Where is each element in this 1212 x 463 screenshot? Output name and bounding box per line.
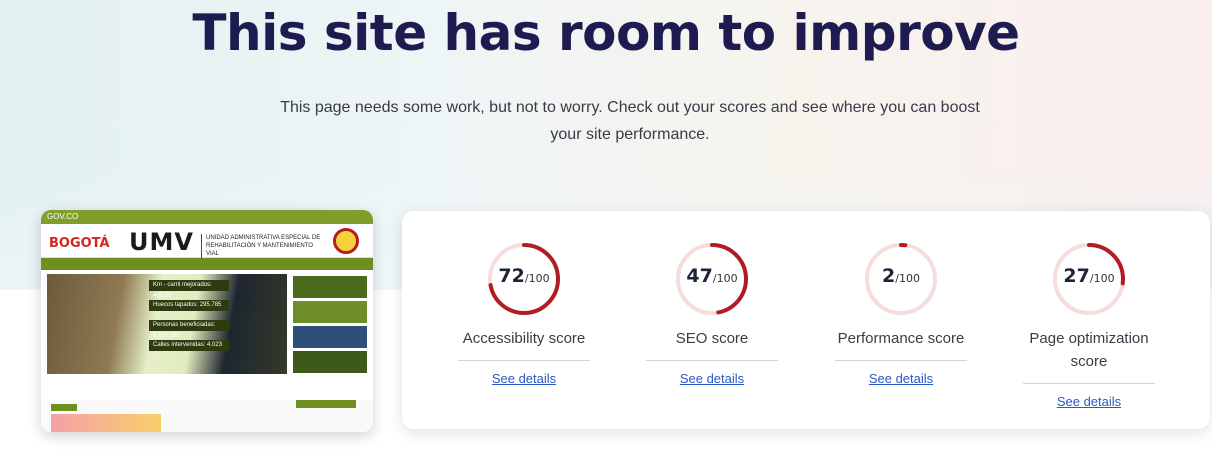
site-thumbnail: GOV.CO BOGOTÁ UMV UNIDAD ADMINISTRATIVA … bbox=[41, 210, 373, 432]
thumbnail-bogota-logo: BOGOTÁ bbox=[49, 236, 110, 251]
see-details-link[interactable]: See details bbox=[492, 371, 556, 386]
thumbnail-hero: Km - carril mejorados: 430,16 Huecos tap… bbox=[41, 270, 373, 380]
see-details-link[interactable]: See details bbox=[1057, 394, 1121, 409]
score-value: 72 bbox=[498, 265, 525, 287]
thumbnail-umv-logo: UMV bbox=[129, 228, 194, 256]
thumbnail-header: BOGOTÁ UMV UNIDAD ADMINISTRATIVA ESPECIA… bbox=[41, 224, 373, 258]
page-title: This site has room to improve bbox=[192, 4, 1020, 62]
thumbnail-bottom bbox=[41, 400, 373, 432]
score-value: 2 bbox=[882, 265, 896, 287]
score-denominator: /100 bbox=[1089, 272, 1115, 285]
score-value: 27 bbox=[1063, 265, 1090, 287]
thumbnail-stat: Km - carril mejorados: 430,16 bbox=[149, 280, 229, 299]
accessibility-score: 72/100 Accessibility score See details bbox=[434, 239, 614, 388]
score-denominator: /100 bbox=[524, 272, 550, 285]
thumbnail-sidebar bbox=[293, 276, 367, 376]
divider bbox=[835, 360, 967, 361]
divider bbox=[458, 360, 590, 361]
page-optimization-score: 27/100 Page optimization score See detai… bbox=[999, 239, 1179, 411]
see-details-link[interactable]: See details bbox=[680, 371, 744, 386]
score-denominator: /100 bbox=[895, 272, 920, 285]
thumbnail-stat: Personas beneficiadas: 6.297.280 bbox=[149, 320, 229, 339]
seo-score: 47/100 SEO score See details bbox=[622, 239, 802, 388]
thumbnail-umv-text: UNIDAD ADMINISTRATIVA ESPECIAL DE REHABI… bbox=[201, 234, 321, 258]
thumbnail-stat: Calles intervenidas: 4.023 bbox=[149, 340, 229, 351]
divider bbox=[646, 360, 778, 361]
thumbnail-seal-icon bbox=[333, 228, 359, 254]
score-label: Accessibility score bbox=[462, 330, 586, 347]
score-label: Page optimization score bbox=[1029, 330, 1149, 370]
score-label: SEO score bbox=[675, 330, 749, 347]
score-denominator: /100 bbox=[712, 272, 738, 285]
performance-score: 2/100 Performance score See details bbox=[811, 239, 991, 388]
score-value: 47 bbox=[686, 265, 713, 287]
thumbnail-gov-bar: GOV.CO bbox=[41, 210, 373, 224]
score-label: Performance score bbox=[837, 330, 965, 347]
scores-card: 72/100 Accessibility score See details 4… bbox=[402, 211, 1210, 429]
thumbnail-stat: Huecos tapados: 295.785 bbox=[149, 300, 229, 311]
page-subtitle: This page needs some work, but not to wo… bbox=[280, 99, 980, 143]
divider bbox=[1023, 383, 1155, 384]
see-details-link[interactable]: See details bbox=[869, 371, 933, 386]
thumbnail-nav bbox=[41, 258, 373, 270]
